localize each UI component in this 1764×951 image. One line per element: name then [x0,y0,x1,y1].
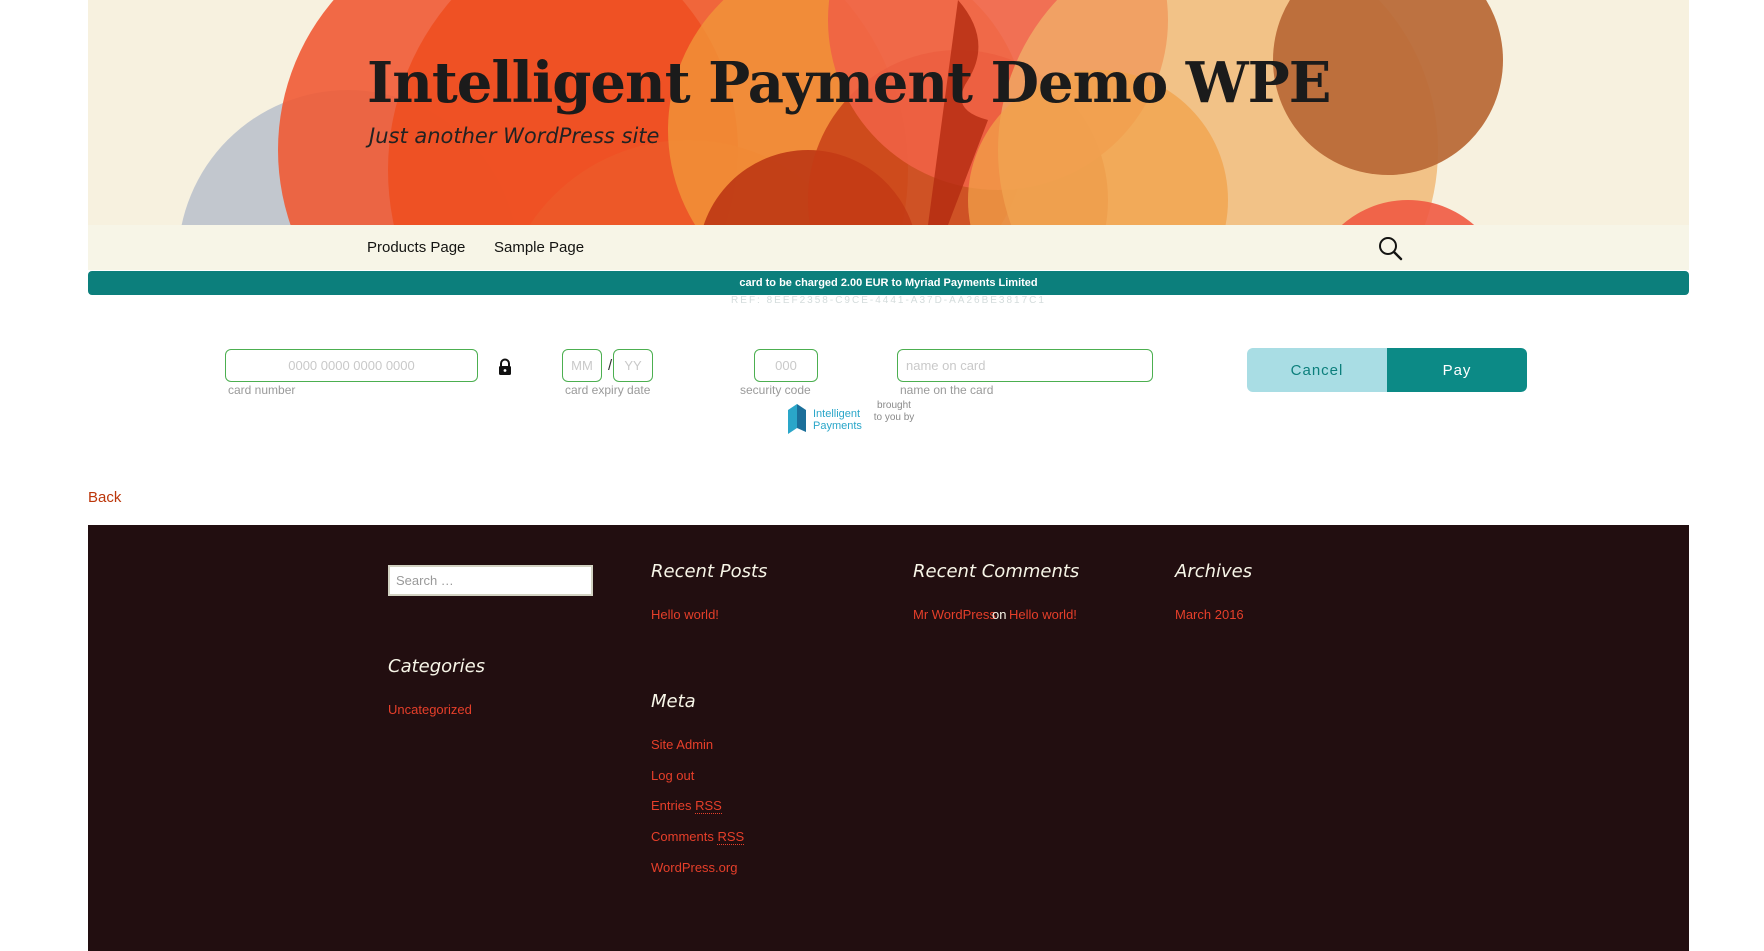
main-navigation: Products Page Sample Page [88,225,1689,270]
comments-text: Comments [651,829,714,844]
site-description: Just another WordPress site [369,124,660,148]
intelligent-payments-logo [788,404,806,434]
card-number-input[interactable] [225,349,478,382]
expiry-month-input[interactable] [562,349,602,382]
pay-button[interactable]: Pay [1387,348,1527,392]
recent-posts-title: Recent Posts [651,561,768,582]
lock-icon [499,358,511,375]
security-code-input[interactable] [754,349,818,382]
meta-site-admin-link[interactable]: Site Admin [651,737,713,752]
comment-author-link[interactable]: Mr WordPress [913,607,996,622]
category-link[interactable]: Uncategorized [388,702,472,717]
meta-title: Meta [651,691,696,712]
entries-text: Entries [651,798,692,813]
rss-abbr: RSS [695,798,722,814]
categories-title: Categories [388,656,486,677]
site-title[interactable]: Intelligent Payment Demo WPE [367,50,1331,116]
meta-wordpress-org-link[interactable]: WordPress.org [651,860,737,875]
meta-comments-rss-link[interactable]: Comments RSS [651,829,745,845]
brand-tagline: brought to you by [873,400,915,423]
comment-on-text: on [992,607,1007,622]
intelligent-payments-brand: Intelligent Payments brought to you by [786,400,926,440]
brand-name: Intelligent Payments [813,408,862,432]
name-on-card-label: name on the card [900,383,994,397]
meta-log-out-link[interactable]: Log out [651,768,694,783]
expiry-year-input[interactable] [613,349,653,382]
expiry-label: card expiry date [565,383,651,397]
security-code-label: security code [740,383,811,397]
meta-entries-rss-link[interactable]: Entries RSS [651,798,722,814]
archives-title: Archives [1175,561,1253,582]
site-footer: Categories Uncategorized Recent Posts He… [88,525,1689,951]
back-link[interactable]: Back [88,489,121,506]
recent-comments-title: Recent Comments [913,561,1080,582]
nav-item-products-page[interactable]: Products Page [367,239,465,256]
nav-item-sample-page[interactable]: Sample Page [494,239,584,256]
card-number-label: card number [228,383,296,397]
page: Intelligent Payment Demo WPE Just anothe… [88,0,1689,951]
search-icon[interactable] [1376,234,1404,262]
payment-reference: REF: 8EEF2358-C9CE-4441-A37D-AA26BE3817C… [731,295,1046,306]
recent-post-link[interactable]: Hello world! [651,607,719,622]
footer-search-input[interactable] [388,565,593,596]
charge-notice-bar: card to be charged 2.00 EUR to Myriad Pa… [88,271,1689,295]
comment-post-link[interactable]: Hello world! [1009,607,1077,622]
expiry-separator: / [608,357,613,374]
archive-link[interactable]: March 2016 [1175,607,1244,622]
rss-abbr: RSS [717,829,745,845]
site-header: Intelligent Payment Demo WPE Just anothe… [88,0,1689,225]
name-on-card-input[interactable] [897,349,1153,382]
cancel-button[interactable]: Cancel [1247,348,1387,392]
